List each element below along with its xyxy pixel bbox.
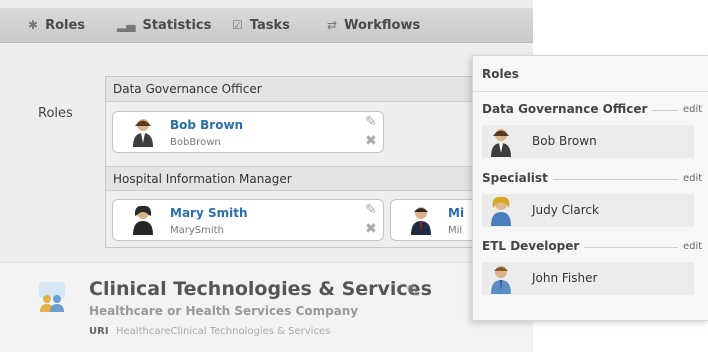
uri-value: HealthcareClinical Technologies & Servic… <box>116 326 331 337</box>
member-username: MarySmith <box>170 225 224 236</box>
main-view: ✱ Roles ▂▄ Statistics ☑ Tasks ⇄ Workflow… <box>0 0 551 352</box>
member-card-mary-smith[interactable]: Mary Smith MarySmith ✎ ✖ <box>112 199 384 241</box>
member-username: BobBrown <box>170 137 221 148</box>
edit-link[interactable]: edit <box>683 173 702 184</box>
tab-roles[interactable]: ✱ Roles <box>28 8 85 42</box>
member-card-bob-brown[interactable]: Bob Brown BobBrown ✎ ✖ <box>112 111 384 153</box>
member-name[interactable]: Bob Brown <box>170 118 243 132</box>
tab-roles-label: Roles <box>45 17 86 33</box>
tab-statistics[interactable]: ▂▄ Statistics <box>117 8 211 42</box>
edit-pencil-icon[interactable]: ✎ <box>365 114 377 130</box>
panel-title: Roles <box>482 67 519 81</box>
panel-group-title: Specialist <box>482 171 553 185</box>
panel-member-name[interactable]: Bob Brown <box>532 134 597 148</box>
organization-logo-icon <box>39 282 65 312</box>
person-icon: ✱ <box>28 18 39 32</box>
tab-tasks-label: Tasks <box>249 17 290 33</box>
panel-member-card[interactable]: Judy Clarck <box>482 194 694 227</box>
person-avatar-icon <box>491 196 511 226</box>
checkbox-icon: ☑ <box>232 18 243 32</box>
person-avatar-icon <box>133 205 153 235</box>
organization-title: Clinical Technologies & Services <box>89 278 432 300</box>
roles-section-label: Roles <box>38 106 73 121</box>
panel-member-card[interactable]: John Fisher <box>482 262 694 295</box>
edit-pencil-icon[interactable]: ✎ <box>406 282 420 302</box>
person-avatar-icon <box>491 129 511 157</box>
panel-group-title: Data Governance Officer <box>482 102 653 116</box>
member-name[interactable]: Mi <box>448 206 464 220</box>
tab-workflows-label: Workflows <box>344 17 421 33</box>
tab-tasks[interactable]: ☑ Tasks <box>232 8 290 42</box>
arrows-icon: ⇄ <box>327 18 338 32</box>
edit-pencil-icon[interactable]: ✎ <box>365 202 377 218</box>
edit-link[interactable]: edit <box>683 104 702 115</box>
edit-link[interactable]: edit <box>683 241 702 252</box>
person-avatar-icon <box>491 266 511 294</box>
bar-chart-icon: ▂▄ <box>117 18 136 32</box>
member-username: Mil <box>448 225 463 236</box>
roles-box: Data Governance Officer Bob Brown BobBro… <box>105 76 551 248</box>
tab-statistics-label: Statistics <box>142 17 212 33</box>
person-avatar-icon <box>133 119 153 147</box>
panel-member-card[interactable]: Bob Brown <box>482 125 694 158</box>
remove-x-icon[interactable]: ✖ <box>365 221 377 237</box>
member-name[interactable]: Mary Smith <box>170 206 248 220</box>
panel-group-title: ETL Developer <box>482 239 585 253</box>
divider <box>473 91 708 92</box>
person-avatar-icon <box>411 207 431 235</box>
roles-panel: Roles Data Governance Officer edit Bob B… <box>472 55 708 321</box>
organization-type: Healthcare or Health Services Company <box>89 304 359 318</box>
role-group-header: Hospital Information Manager <box>106 166 534 191</box>
panel-member-name[interactable]: John Fisher <box>532 271 597 285</box>
organization-header: Clinical Technologies & Services ✎ Healt… <box>0 262 533 352</box>
tab-bar: ✱ Roles ▂▄ Statistics ☑ Tasks ⇄ Workflow… <box>0 8 533 43</box>
remove-x-icon[interactable]: ✖ <box>365 133 377 149</box>
role-group-header: Data Governance Officer <box>106 77 534 102</box>
panel-member-name[interactable]: Judy Clarck <box>532 203 599 217</box>
uri-label: URI <box>89 326 109 337</box>
tab-workflows[interactable]: ⇄ Workflows <box>327 8 420 42</box>
